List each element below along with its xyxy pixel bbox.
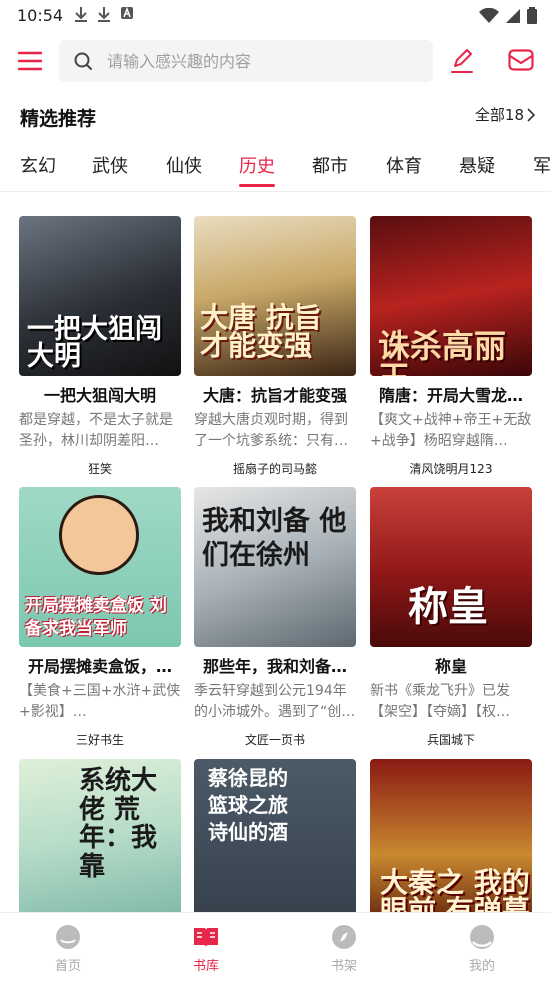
cover-title-text: 系统大佬 荒年：我靠 — [79, 766, 158, 882]
tab-dushi[interactable]: 都市 — [312, 152, 348, 191]
menu-button[interactable] — [17, 50, 43, 72]
book-cover[interactable]: 大秦之 我的眼前 有弹幕 — [370, 759, 532, 912]
book-cover[interactable]: 诛杀高丽王 — [370, 216, 532, 376]
download-icon — [75, 7, 87, 22]
book-cover[interactable]: 一把大狙闯大明 — [19, 216, 181, 376]
book-icon — [194, 928, 218, 947]
nav-profile[interactable]: 我的 — [452, 923, 512, 974]
book-title: 大唐：抗旨才能变强 — [202, 386, 347, 405]
book-description: 新书《乘龙飞升》已发【架空】【夺嫡】【权… — [370, 683, 510, 720]
edit-button[interactable] — [449, 48, 475, 78]
nav-profile-label: 我的 — [468, 959, 495, 974]
message-button[interactable] — [508, 48, 534, 76]
profile-face-icon — [470, 925, 494, 949]
book-description: 穿越大唐贞观时期，得到了一个坑爹系统：只有… — [194, 412, 348, 449]
wifi-icon — [479, 7, 499, 23]
view-all-link[interactable]: 全部18 — [475, 104, 535, 125]
book-grid: 一把大狙闯大明 一把大狙闯大明 都是穿越，不是太子就是圣孙，林川却阴差阳… 狂笑… — [0, 215, 551, 912]
book-card[interactable]: 大唐 抗旨 才能变强 大唐：抗旨才能变强 穿越大唐贞观时期，得到了一个坑爹系统：… — [194, 216, 356, 477]
active-tab-indicator — [239, 184, 275, 187]
book-author: 狂笑 — [87, 462, 112, 476]
book-cover[interactable]: 称皇 — [370, 487, 532, 647]
cover-title-text: 开局摆摊卖盒饭 刘备求我当军师 — [25, 596, 167, 639]
book-author: 三好书生 — [75, 733, 124, 747]
book-title: 称皇 — [434, 657, 467, 676]
cover-title-text: 诛杀高丽王 — [378, 327, 507, 376]
battery-icon — [527, 7, 537, 24]
status-bar: 10:54 — [0, 0, 551, 32]
section-title: 精选推荐 — [20, 108, 97, 130]
book-description: 季云轩穿越到公元194年的小沛城外。遇到了“创… — [194, 683, 356, 720]
cover-title-text: 称皇 — [408, 583, 488, 630]
status-time: 10:54 — [17, 6, 64, 25]
book-title: 那些年，我和刘备… — [202, 657, 347, 676]
app-notification-icon — [121, 6, 133, 19]
book-cover[interactable]: 系统大佬 荒年：我靠 — [19, 759, 181, 912]
book-title: 隋唐：开局大雪龙… — [378, 386, 523, 405]
book-title: 一把大狙闯大明 — [43, 386, 156, 405]
book-card[interactable]: 诛杀高丽王 隋唐：开局大雪龙… 【爽文+战神+帝王+无敌+战争】杨昭穿越隋… 清… — [370, 216, 532, 477]
search-icon — [74, 52, 92, 70]
tab-wuxia[interactable]: 武侠 — [92, 152, 128, 191]
nav-bookshelf-label: 书架 — [330, 959, 357, 974]
tab-xianxia[interactable]: 仙侠 — [166, 152, 202, 191]
book-card[interactable]: 蔡徐昆的篮球之旅 诗仙的酒 — [194, 759, 356, 912]
book-card[interactable]: 我和刘备 他们在徐州 那些年，我和刘备… 季云轩穿越到公元194年的小沛城外。遇… — [194, 487, 356, 748]
mail-icon — [508, 49, 534, 71]
compass-icon — [332, 925, 356, 949]
book-card[interactable]: 开局摆摊卖盒饭 刘备求我当军师 开局摆摊卖盒饭，… 【美食+三国+水浒+武侠+影… — [19, 487, 181, 748]
book-cover[interactable]: 我和刘备 他们在徐州 — [194, 487, 356, 647]
book-cover[interactable]: 大唐 抗旨 才能变强 — [194, 216, 356, 376]
book-author: 摇扇子的司马懿 — [232, 462, 317, 476]
book-card[interactable]: 称皇 称皇 新书《乘龙飞升》已发【架空】【夺嫡】【权… 兵国城下 — [370, 487, 532, 748]
book-title: 开局摆摊卖盒饭，… — [27, 657, 172, 676]
category-tabs: 玄幻 武侠 仙侠 历史 都市 体育 悬疑 军 — [0, 152, 551, 192]
cartoon-face-graphic — [59, 495, 139, 575]
chevron-right-icon — [527, 107, 535, 122]
cover-title-text: 大秦之 我的眼前 有弹幕 — [380, 866, 530, 913]
nav-home-label: 首页 — [54, 959, 81, 974]
nav-home[interactable]: 首页 — [38, 923, 98, 974]
nav-library[interactable]: 书库 — [176, 923, 236, 974]
book-description: 都是穿越，不是太子就是圣孙，林川却阴差阳… — [19, 412, 173, 449]
cover-title-text: 一把大狙闯大明 — [27, 314, 162, 372]
nav-bookshelf[interactable]: 书架 — [314, 923, 374, 974]
nav-library-label: 书库 — [192, 959, 219, 974]
book-description: 【爽文+战神+帝王+无敌+战争】杨昭穿越隋… — [370, 412, 532, 449]
cover-title-text: 我和刘备 他们在徐州 — [202, 506, 347, 571]
home-face-icon — [56, 925, 80, 949]
tab-xuanyi[interactable]: 悬疑 — [459, 152, 495, 191]
hamburger-menu-icon — [17, 51, 43, 71]
book-card[interactable]: 大秦之 我的眼前 有弹幕 — [370, 759, 532, 912]
view-all-label: 全部18 — [474, 106, 524, 124]
book-description: 【美食+三国+水浒+武侠+影视】… — [19, 683, 181, 720]
tab-tiyu[interactable]: 体育 — [386, 152, 422, 191]
cover-title-text: 蔡徐昆的篮球之旅 诗仙的酒 — [208, 766, 288, 844]
tab-jun[interactable]: 军 — [533, 152, 551, 191]
search-input[interactable] — [107, 40, 417, 82]
book-author: 文匠一页书 — [244, 733, 305, 747]
book-cover[interactable]: 蔡徐昆的篮球之旅 诗仙的酒 — [194, 759, 356, 912]
bottom-navigation: 首页 书库 书架 我的 — [0, 912, 551, 981]
book-cover[interactable]: 开局摆摊卖盒饭 刘备求我当军师 — [19, 487, 181, 647]
book-author: 清风饶明月123 — [409, 462, 493, 476]
book-card[interactable]: 系统大佬 荒年：我靠 — [19, 759, 181, 912]
book-author: 兵国城下 — [426, 733, 475, 747]
signal-icon — [506, 8, 520, 23]
pen-icon — [451, 49, 473, 73]
book-card[interactable]: 一把大狙闯大明 一把大狙闯大明 都是穿越，不是太子就是圣孙，林川却阴差阳… 狂笑 — [19, 216, 181, 477]
download-icon — [98, 7, 110, 22]
search-bar[interactable] — [59, 40, 433, 82]
search-header — [0, 38, 551, 84]
cover-title-text: 大唐 抗旨 才能变强 — [200, 301, 322, 362]
tab-xuanhuan[interactable]: 玄幻 — [20, 152, 56, 191]
